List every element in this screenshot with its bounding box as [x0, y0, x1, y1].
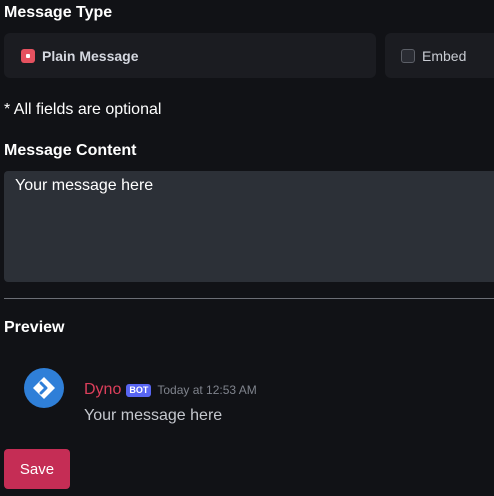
bot-name: Dyno — [84, 381, 122, 398]
plain-message-label: Plain Message — [42, 47, 139, 64]
unchecked-box-icon — [401, 48, 415, 63]
plain-message-option[interactable]: Plain Message — [4, 33, 376, 78]
save-button[interactable]: Save — [4, 449, 70, 489]
message-type-title: Message Type — [4, 4, 113, 21]
message-content-title: Message Content — [4, 142, 137, 159]
checked-box-icon — [21, 48, 35, 63]
dyno-logo-icon — [24, 368, 64, 408]
optional-fields-note: * All fields are optional — [4, 101, 162, 118]
message-timestamp: Today at 12:53 AM — [157, 383, 257, 397]
preview-message-header: Dyno BOT Today at 12:53 AM — [84, 381, 257, 399]
preview-title: Preview — [4, 319, 65, 336]
preview-message-text: Your message here — [84, 407, 223, 424]
embed-option[interactable]: Embed — [385, 33, 494, 78]
embed-label: Embed — [422, 47, 467, 64]
bot-tag-badge: BOT — [126, 383, 152, 397]
divider — [4, 298, 494, 299]
message-content-textarea[interactable]: Your message here — [4, 171, 494, 282]
